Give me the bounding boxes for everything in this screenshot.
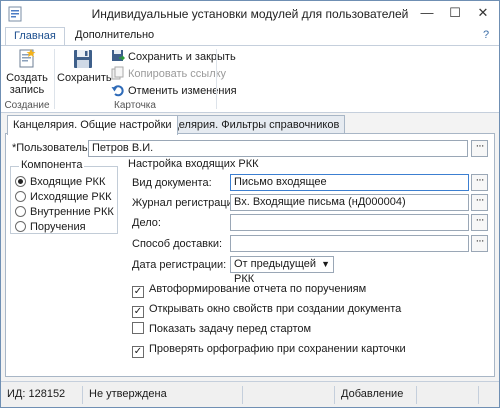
save-and-close-label: Сохранить и закрыть	[128, 51, 236, 63]
new-record-icon	[19, 49, 36, 68]
components-title: Компонента	[19, 159, 85, 171]
radio-assignments[interactable]: Поручения	[15, 220, 86, 234]
journal-picker-button[interactable]: ···	[471, 194, 488, 211]
undo-changes-label: Отменить изменения	[128, 85, 237, 97]
delivery-field[interactable]	[230, 235, 469, 252]
ribbon-group-card: Сохранить Сохранить и закрыть Копировать…	[55, 46, 237, 112]
radio-assignments-label: Поручения	[30, 221, 86, 233]
doc-type-label: Вид документа:	[132, 177, 212, 189]
undo-icon	[111, 85, 124, 97]
ribbon: Создать запись Создание Сохранить Сохран…	[1, 45, 499, 113]
app-window: Индивидуальные установки модулей для пол…	[0, 0, 500, 408]
radio-dot	[15, 221, 26, 232]
components-group: Компонента Входящие РКК Исходящие РКК Вн…	[10, 159, 118, 234]
checkbox-auto-report[interactable]: ✓ Автоформирование отчета по поручениям	[132, 282, 367, 298]
chevron-down-icon: ▼	[321, 259, 330, 269]
user-label: *Пользователь:	[12, 142, 91, 154]
save-label: Сохранить	[57, 72, 112, 84]
checkbox-box	[132, 322, 144, 334]
copy-link-button[interactable]: Копировать ссылку	[111, 66, 226, 82]
create-record-label: Создать запись	[6, 72, 48, 96]
checkbox-open-properties[interactable]: ✓ Открывать окно свойств при создании док…	[132, 302, 402, 318]
delivery-picker-button[interactable]: ···	[471, 235, 488, 252]
journal-field[interactable]: Вх. Входящие письма (нД000004)	[230, 194, 469, 211]
delivery-label: Способ доставки:	[132, 238, 223, 250]
ribbon-group-create: Создать запись Создание	[1, 46, 53, 112]
radio-internal-label: Внутренние РКК	[30, 206, 114, 218]
status-id: ИД: 128152	[3, 386, 83, 404]
status-state: Не утверждена	[85, 386, 243, 404]
checkbox-spellcheck[interactable]: ✓ Проверять орфографию при сохранении кар…	[132, 342, 406, 358]
radio-internal[interactable]: Внутренние РКК	[15, 205, 114, 219]
status-empty	[245, 386, 335, 404]
incoming-settings-title: Настройка входящих РКК	[128, 158, 259, 170]
card-group-label: Карточка	[114, 100, 156, 111]
tab-additional[interactable]: Дополнительно	[67, 27, 162, 45]
settings-panel: *Пользователь: Петров В.И. ··· Компонент…	[5, 133, 495, 377]
status-bar: ИД: 128152 Не утверждена Добавление	[1, 381, 499, 407]
checkbox-show-task-label: Показать задачу перед стартом	[149, 323, 312, 335]
checkbox-auto-report-label: Автоформирование отчета по поручениям	[149, 283, 367, 295]
radio-dot	[15, 176, 26, 187]
reg-date-value: От предыдущей РКК	[234, 258, 317, 285]
copy-link-label: Копировать ссылку	[128, 68, 227, 80]
create-record-button[interactable]: Создать запись	[5, 48, 49, 96]
checkbox-show-task[interactable]: Показать задачу перед стартом	[132, 322, 311, 336]
case-picker-button[interactable]: ···	[471, 214, 488, 231]
radio-outgoing-label: Исходящие РКК	[30, 191, 112, 203]
status-empty-2	[419, 386, 479, 404]
close-button[interactable]: ✕	[469, 3, 497, 23]
undo-changes-button[interactable]: Отменить изменения	[111, 83, 237, 99]
maximize-button[interactable]: ☐	[441, 3, 469, 23]
tab-general-settings[interactable]: Канцелярия. Общие настройки	[7, 115, 178, 135]
doc-type-field[interactable]: Письмо входящее	[230, 174, 469, 191]
case-field[interactable]	[230, 214, 469, 231]
copy-link-icon	[111, 66, 124, 80]
journal-label: Журнал регистрации:	[132, 197, 243, 209]
floppy-disk-icon	[74, 50, 92, 68]
save-button[interactable]: Сохранить	[57, 48, 112, 84]
radio-dot	[15, 206, 26, 217]
checkbox-box: ✓	[132, 286, 144, 298]
minimize-button[interactable]: —	[413, 3, 441, 23]
radio-outgoing[interactable]: Исходящие РКК	[15, 190, 112, 204]
checkbox-open-properties-label: Открывать окно свойств при создании доку…	[149, 303, 402, 315]
create-group-label: Создание	[4, 100, 50, 111]
checkbox-box: ✓	[132, 306, 144, 318]
user-field[interactable]: Петров В.И.	[88, 140, 468, 157]
radio-dot	[15, 191, 26, 202]
save-close-icon	[112, 50, 125, 61]
ribbon-tabs: Главная Дополнительно ?	[1, 27, 499, 46]
ribbon-separator	[216, 49, 217, 109]
case-label: Дело:	[132, 217, 161, 229]
doc-type-picker-button[interactable]: ···	[471, 174, 488, 191]
radio-incoming[interactable]: Входящие РКК	[15, 175, 105, 189]
tab-main[interactable]: Главная	[5, 27, 65, 46]
radio-incoming-label: Входящие РКК	[30, 176, 106, 188]
help-icon[interactable]: ?	[475, 27, 497, 45]
status-mode: Добавление	[337, 386, 417, 404]
checkbox-box: ✓	[132, 346, 144, 358]
title-bar: Индивидуальные установки модулей для пол…	[1, 1, 499, 27]
tab-reference-filters[interactable]: Канцелярия. Фильтры справочников	[148, 115, 346, 134]
checkbox-spellcheck-label: Проверять орфографию при сохранении карт…	[149, 343, 406, 355]
user-picker-button[interactable]: ···	[471, 140, 488, 157]
reg-date-select[interactable]: От предыдущей РКК ▼	[230, 256, 334, 285]
reg-date-label: Дата регистрации:	[132, 259, 227, 271]
